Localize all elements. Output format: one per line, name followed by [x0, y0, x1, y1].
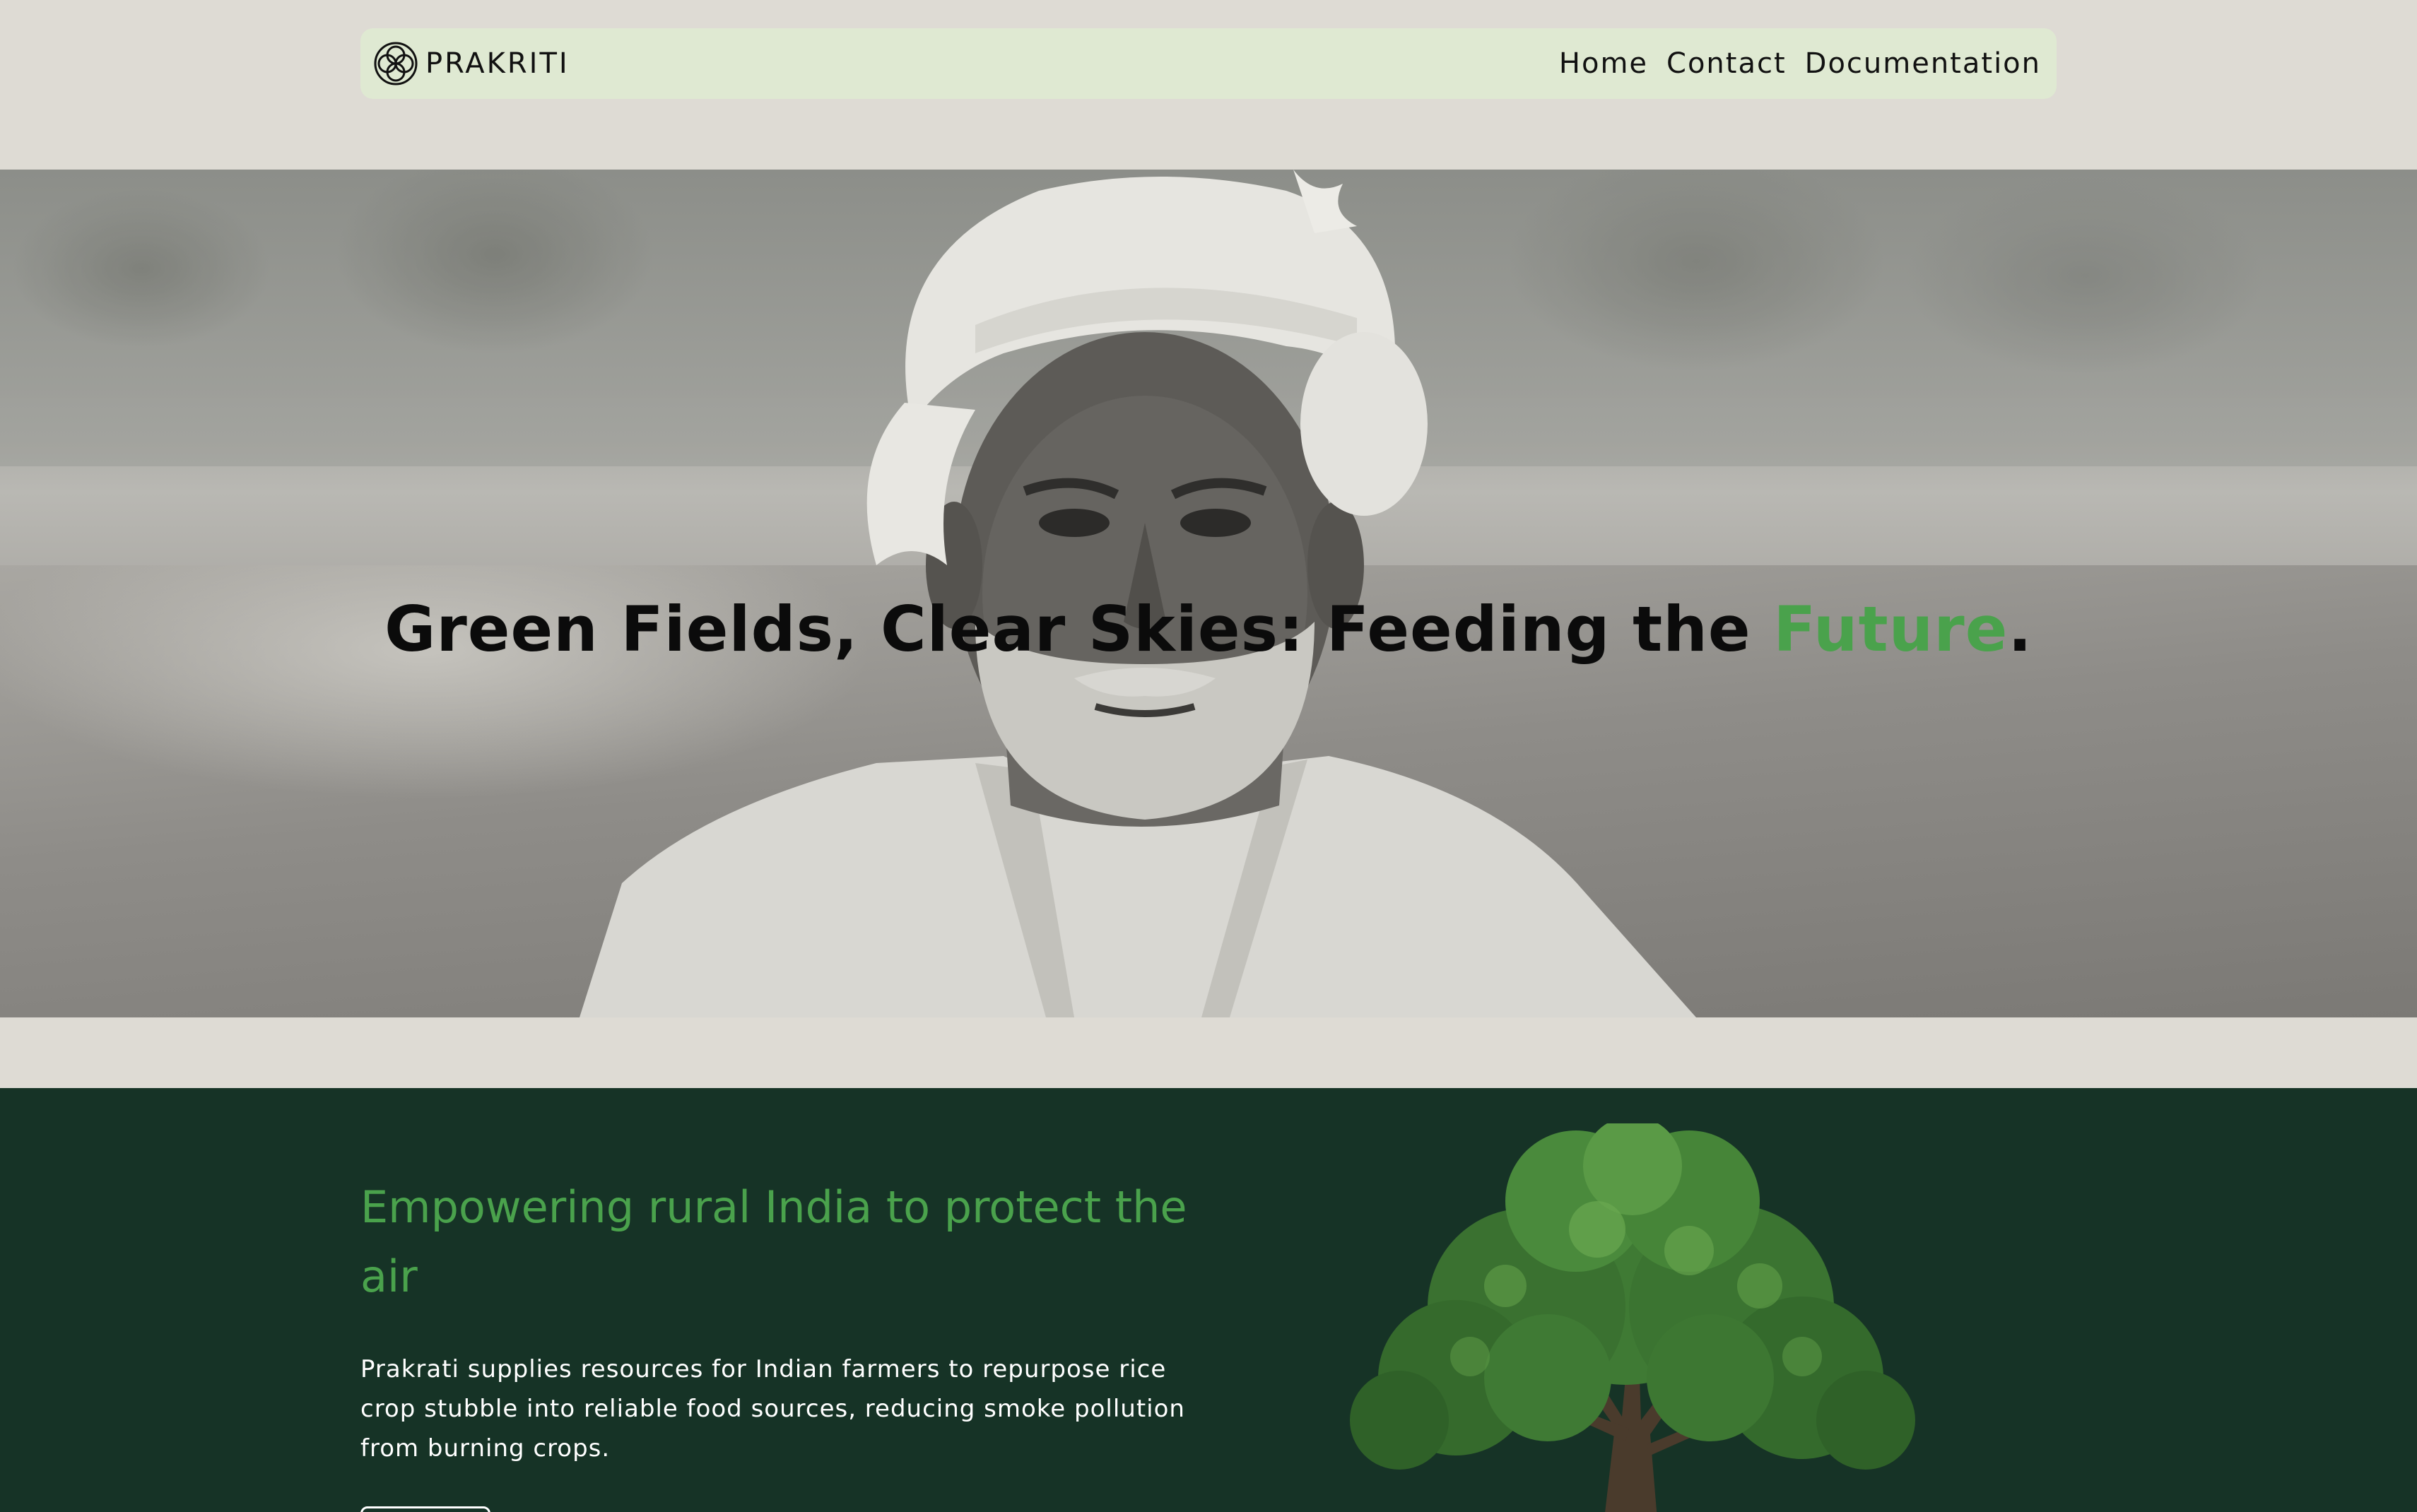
learn-more-button[interactable]	[360, 1506, 490, 1512]
brand-name: PRAKRITI	[425, 47, 570, 80]
hero-title-period: .	[2008, 592, 2033, 666]
nav-link-home[interactable]: Home	[1559, 47, 1648, 80]
brand[interactable]: PRAKRITI	[373, 41, 570, 86]
nav-link-documentation[interactable]: Documentation	[1805, 47, 2041, 80]
mission-section: Empowering rural India to protect the ai…	[0, 1088, 2417, 1512]
header-band: PRAKRITI Home Contact Documentation	[0, 0, 2417, 170]
mission-heading: Empowering rural India to protect the ai…	[360, 1181, 1187, 1302]
hero-title-main: Green Fields, Clear Skies: Feeding the	[384, 592, 1774, 666]
hero-section: Green Fields, Clear Skies: Feeding the F…	[0, 170, 2417, 1017]
mission-body: Prakrati supplies resources for Indian f…	[360, 1355, 1185, 1463]
nav-links: Home Contact Documentation	[1559, 47, 2041, 80]
hero-title: Green Fields, Clear Skies: Feeding the F…	[0, 593, 2417, 666]
section-spacer	[0, 1017, 2417, 1088]
navbar: PRAKRITI Home Contact Documentation	[360, 28, 2057, 99]
tree-illustration	[1350, 1123, 1915, 1512]
hero-title-accent: Future	[1773, 592, 2009, 666]
nav-link-contact[interactable]: Contact	[1666, 47, 1787, 80]
four-petal-flower-icon	[374, 42, 418, 85]
